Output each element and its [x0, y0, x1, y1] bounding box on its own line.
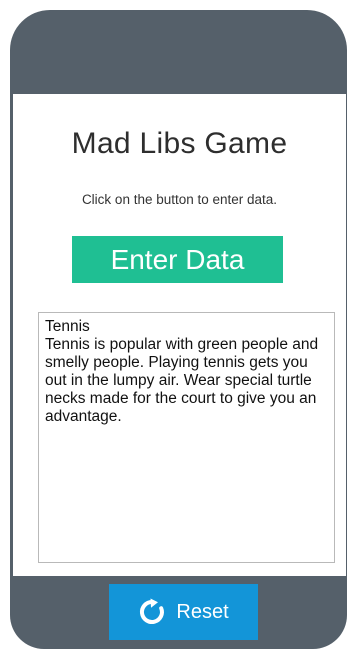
instructions-text: Click on the button to enter data.: [81, 192, 278, 207]
story-body: Tennis is popular with green people and …: [45, 336, 319, 425]
reset-button[interactable]: Reset: [109, 584, 258, 640]
story-title: Tennis: [45, 318, 90, 335]
reset-icon: [138, 598, 166, 626]
page-title: Mad Libs Game: [71, 127, 288, 160]
phone-frame: Mad Libs Game Click on the button to ent…: [10, 10, 347, 649]
story-output-box[interactable]: Tennis Tennis is popular with green peop…: [38, 312, 335, 563]
enter-data-button[interactable]: Enter Data: [72, 236, 283, 283]
reset-button-label: Reset: [176, 600, 229, 623]
game-screen: Mad Libs Game Click on the button to ent…: [13, 94, 346, 576]
